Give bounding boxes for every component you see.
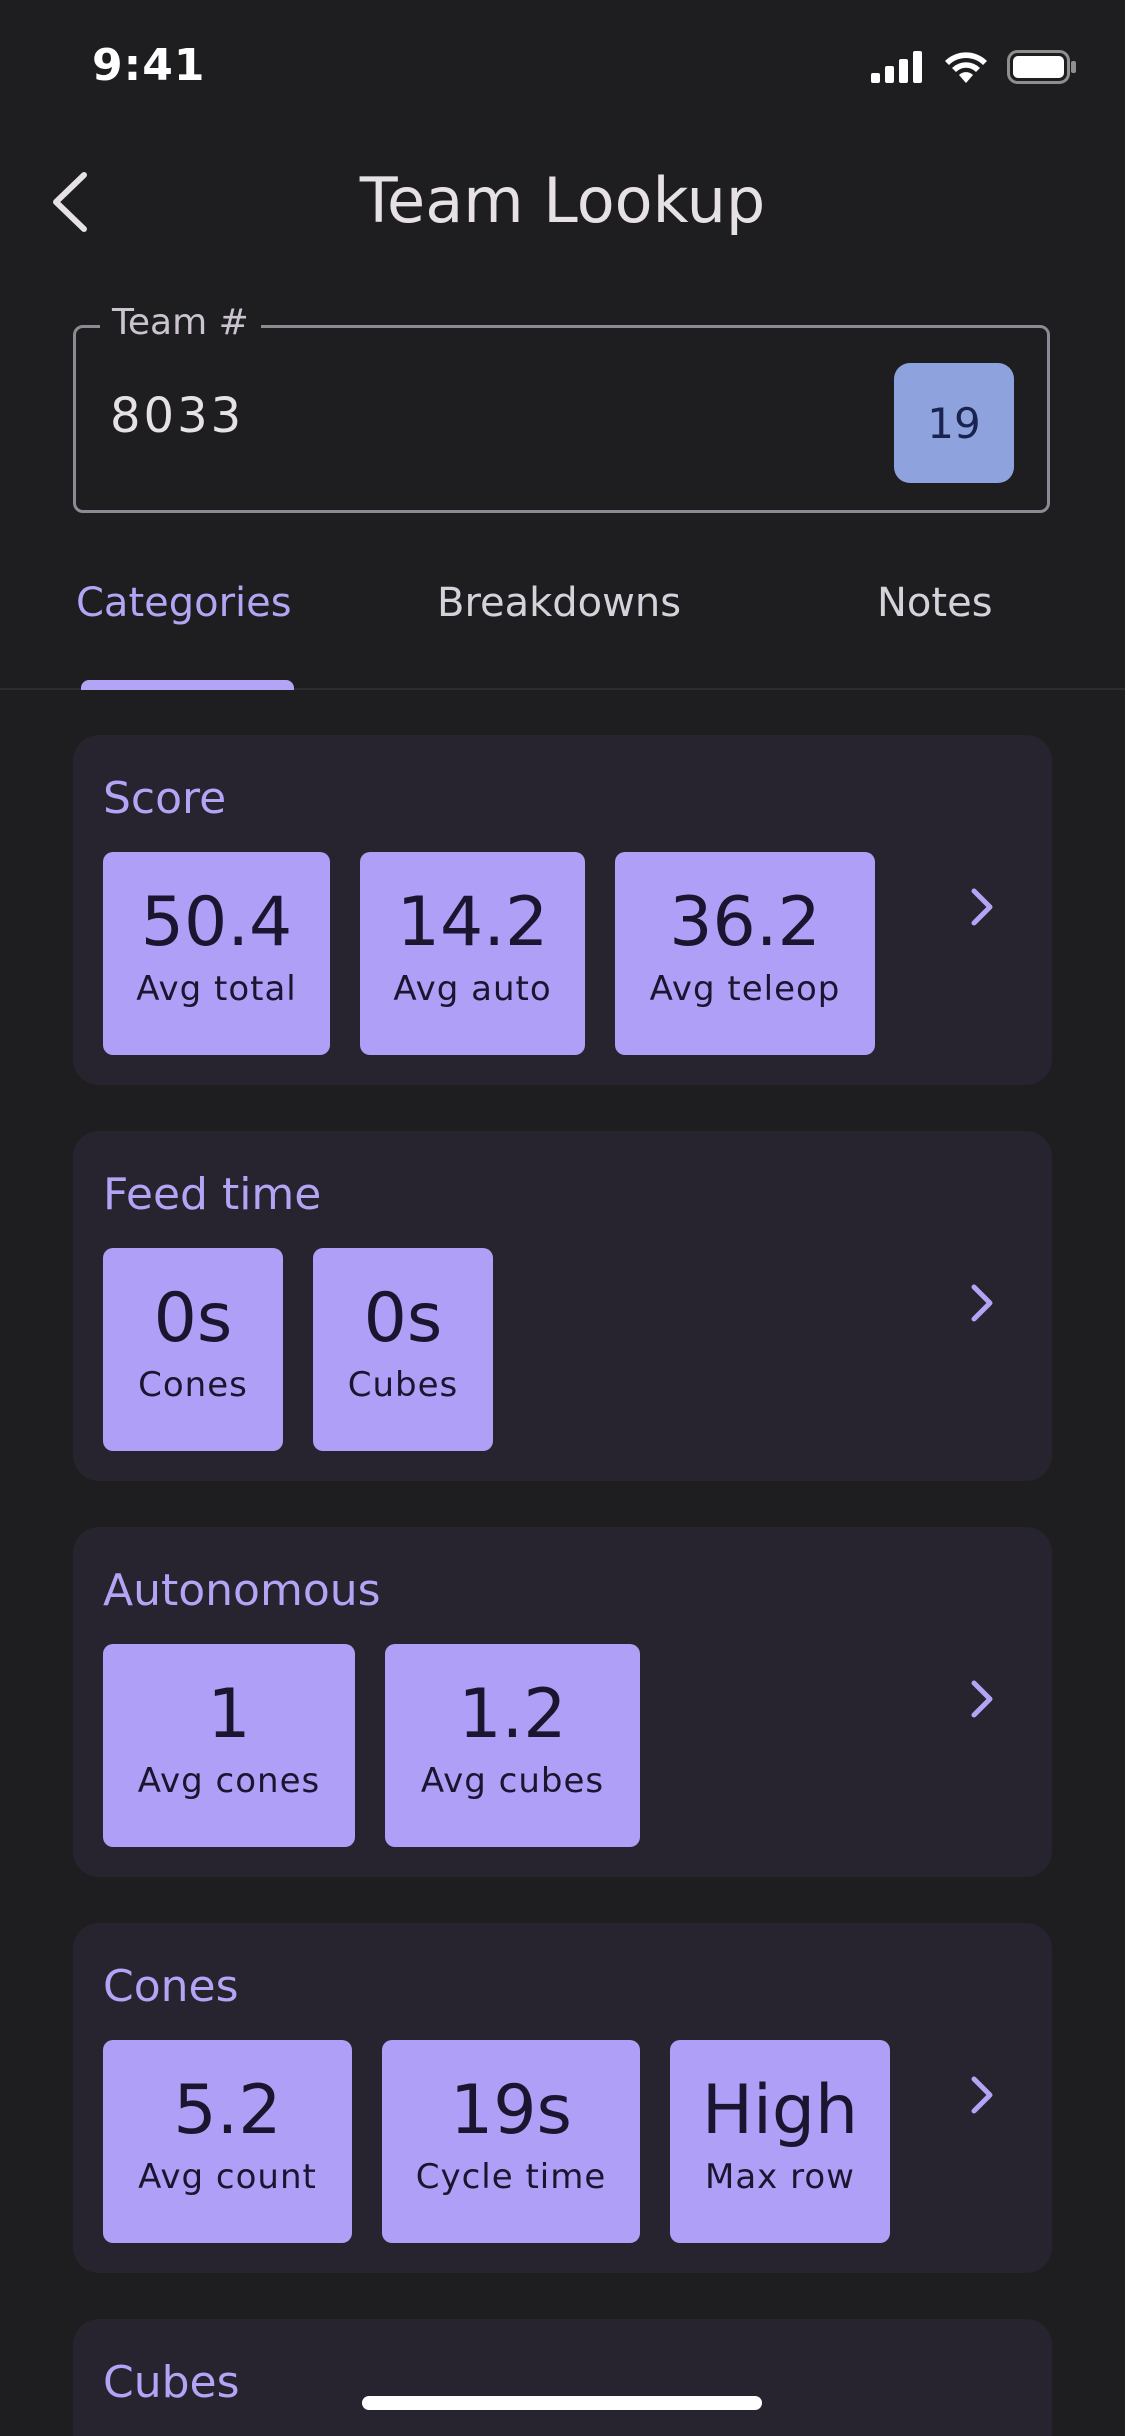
stat-box: High Max row [670,2040,890,2243]
status-time: 9:41 [92,40,206,91]
stat-box: 50.4 Avg total [103,852,330,1055]
stat-value: 19s [450,2071,572,2150]
team-number-label: Team # [100,302,261,343]
page-title: Team Lookup [359,164,766,237]
card-title: Cones [103,1961,239,2012]
app-bar: Team Lookup [0,140,1125,270]
chevron-right-icon [971,2076,993,2114]
stat-value: 36.2 [669,883,821,962]
card-title: Score [103,773,227,824]
stat-label: Avg teleop [649,968,841,1009]
status-bar: 9:41 [0,0,1125,140]
stat-label: Cubes [347,1364,459,1405]
stat-value: 5.2 [173,2071,282,2150]
stat-box: 19s Cycle time [382,2040,640,2243]
stat-label: Cones [138,1364,248,1405]
stat-label: Avg count [138,2156,317,2197]
stat-label: Avg cones [137,1760,321,1801]
team-rank-badge: 19 [894,363,1014,483]
stats-row: 0s Cones 0s Cubes [103,1248,493,1451]
tab-selected-indicator [81,680,294,690]
stat-label: Avg total [136,968,297,1009]
stat-box: 0s Cones [103,1248,283,1451]
tab-categories[interactable]: Categories [76,580,292,626]
stat-value: 1 [207,1675,251,1754]
category-card-score[interactable]: Score 50.4 Avg total 14.2 Avg auto 36.2 … [73,735,1052,1085]
tab-notes[interactable]: Notes [877,580,993,626]
chevron-right-icon [971,1680,993,1718]
tab-bar: Categories Breakdowns Notes [0,560,1125,690]
stat-box: 1 Avg cones [103,1644,355,1847]
stats-row: 1 Avg cones 1.2 Avg cubes [103,1644,640,1847]
stat-value: 0s [363,1279,443,1358]
tab-breakdowns[interactable]: Breakdowns [437,580,681,626]
stat-box: 0s Cubes [313,1248,493,1451]
battery-icon [1007,50,1076,84]
chevron-right-icon [971,1284,993,1322]
status-icons [871,50,1077,84]
category-card-feed-time[interactable]: Feed time 0s Cones 0s Cubes [73,1131,1052,1481]
stat-value: 1.2 [458,1675,567,1754]
team-number-field[interactable]: Team # 8033 19 [73,302,1050,513]
card-title: Autonomous [103,1565,381,1616]
category-card-cones[interactable]: Cones 5.2 Avg count 19s Cycle time High … [73,1923,1052,2273]
stat-label: Avg auto [393,968,552,1009]
stat-label: Cycle time [415,2156,607,2197]
stat-box: 14.2 Avg auto [360,852,585,1055]
stat-box: 5.2 Avg count [103,2040,352,2243]
stat-value: High [701,2071,859,2150]
stats-row: 5.2 Avg count 19s Cycle time High Max ro… [103,2040,890,2243]
stat-value: 14.2 [396,883,549,962]
wifi-icon [945,52,987,83]
cellular-signal-icon [871,51,922,83]
stat-value: 0s [153,1279,233,1358]
stat-label: Avg cubes [420,1760,605,1801]
stat-box: 36.2 Avg teleop [615,852,875,1055]
home-indicator[interactable] [362,2396,762,2410]
card-title: Feed time [103,1169,322,1220]
team-number-value[interactable]: 8033 [110,388,244,444]
stat-box: 1.2 Avg cubes [385,1644,640,1847]
stat-label: Max row [705,2156,855,2197]
category-card-autonomous[interactable]: Autonomous 1 Avg cones 1.2 Avg cubes [73,1527,1052,1877]
category-card-cubes[interactable]: Cubes [73,2319,1052,2436]
chevron-right-icon [971,888,993,926]
card-title: Cubes [103,2357,240,2408]
stats-row: 50.4 Avg total 14.2 Avg auto 36.2 Avg te… [103,852,875,1055]
stat-value: 50.4 [140,883,293,962]
